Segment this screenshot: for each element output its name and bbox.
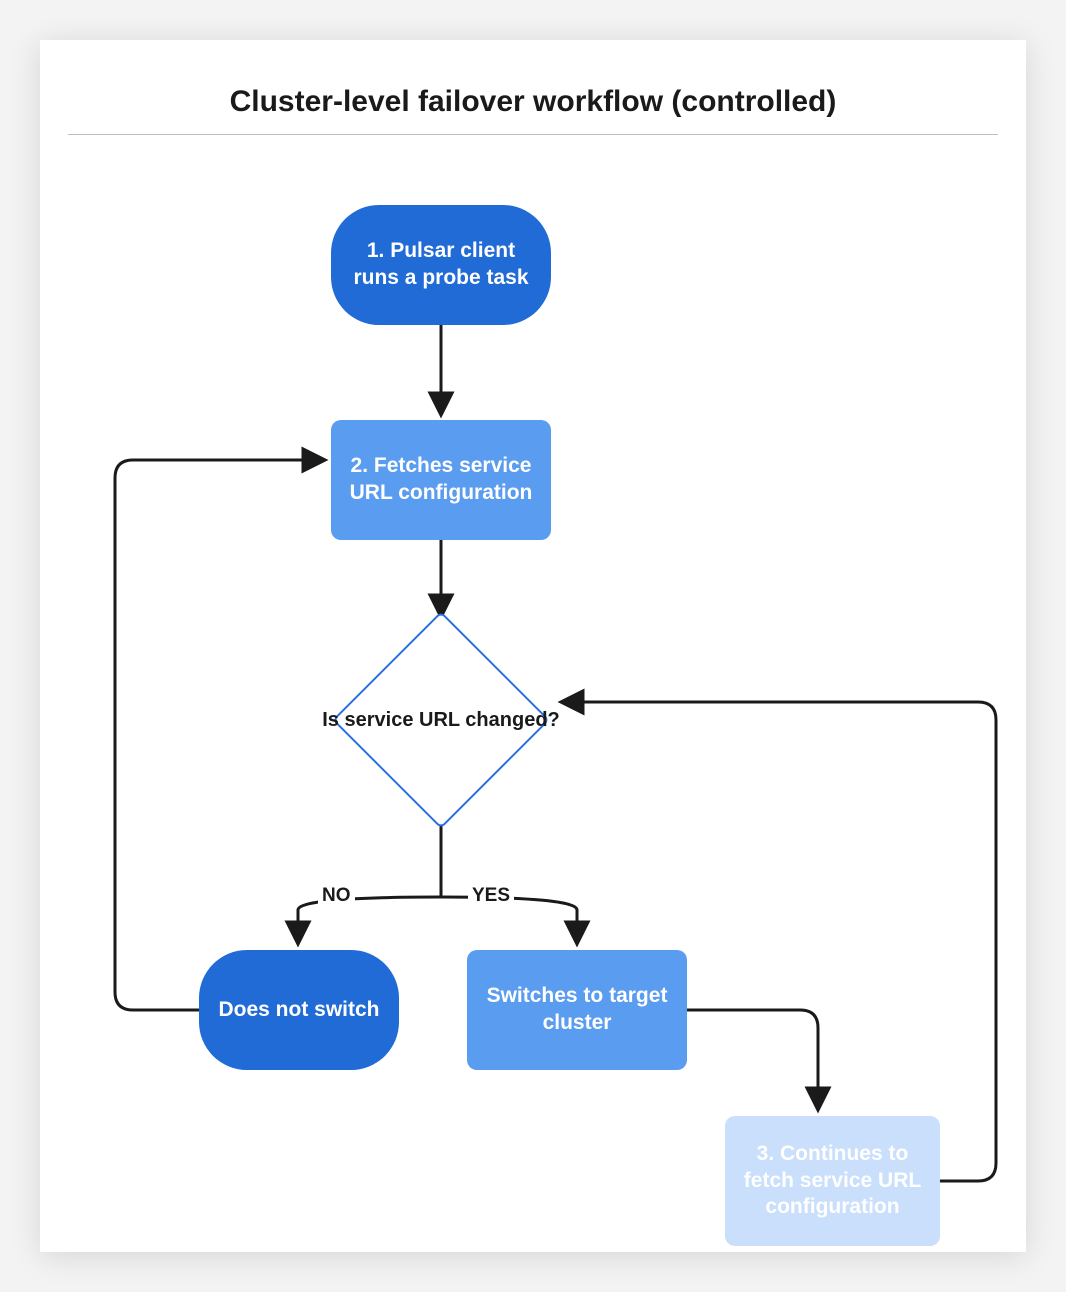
node-label: 3. Continues to fetch service URL config… bbox=[743, 1141, 922, 1222]
title-divider bbox=[68, 134, 998, 135]
node-label: Does not switch bbox=[218, 997, 379, 1024]
node-switch-target: Switches to target cluster bbox=[467, 950, 687, 1070]
node-label: Switches to target cluster bbox=[485, 983, 669, 1037]
edge-label-no: NO bbox=[318, 885, 355, 907]
node-continue-fetch: 3. Continues to fetch service URL config… bbox=[725, 1116, 940, 1246]
node-no-switch: Does not switch bbox=[199, 950, 399, 1070]
diagram-canvas: Cluster-level failover workflow (control… bbox=[40, 40, 1026, 1252]
decision-url-changed: Is service URL changed? bbox=[321, 622, 561, 818]
node-probe-task: 1. Pulsar client runs a probe task bbox=[331, 205, 551, 325]
node-label: 1. Pulsar client runs a probe task bbox=[349, 238, 533, 292]
decision-label: Is service URL changed? bbox=[321, 707, 561, 733]
node-label: 2. Fetches service URL configuration bbox=[349, 453, 533, 507]
node-fetch-config: 2. Fetches service URL configuration bbox=[331, 420, 551, 540]
edge-label-yes: YES bbox=[468, 885, 514, 907]
diagram-title: Cluster-level failover workflow (control… bbox=[40, 85, 1026, 119]
